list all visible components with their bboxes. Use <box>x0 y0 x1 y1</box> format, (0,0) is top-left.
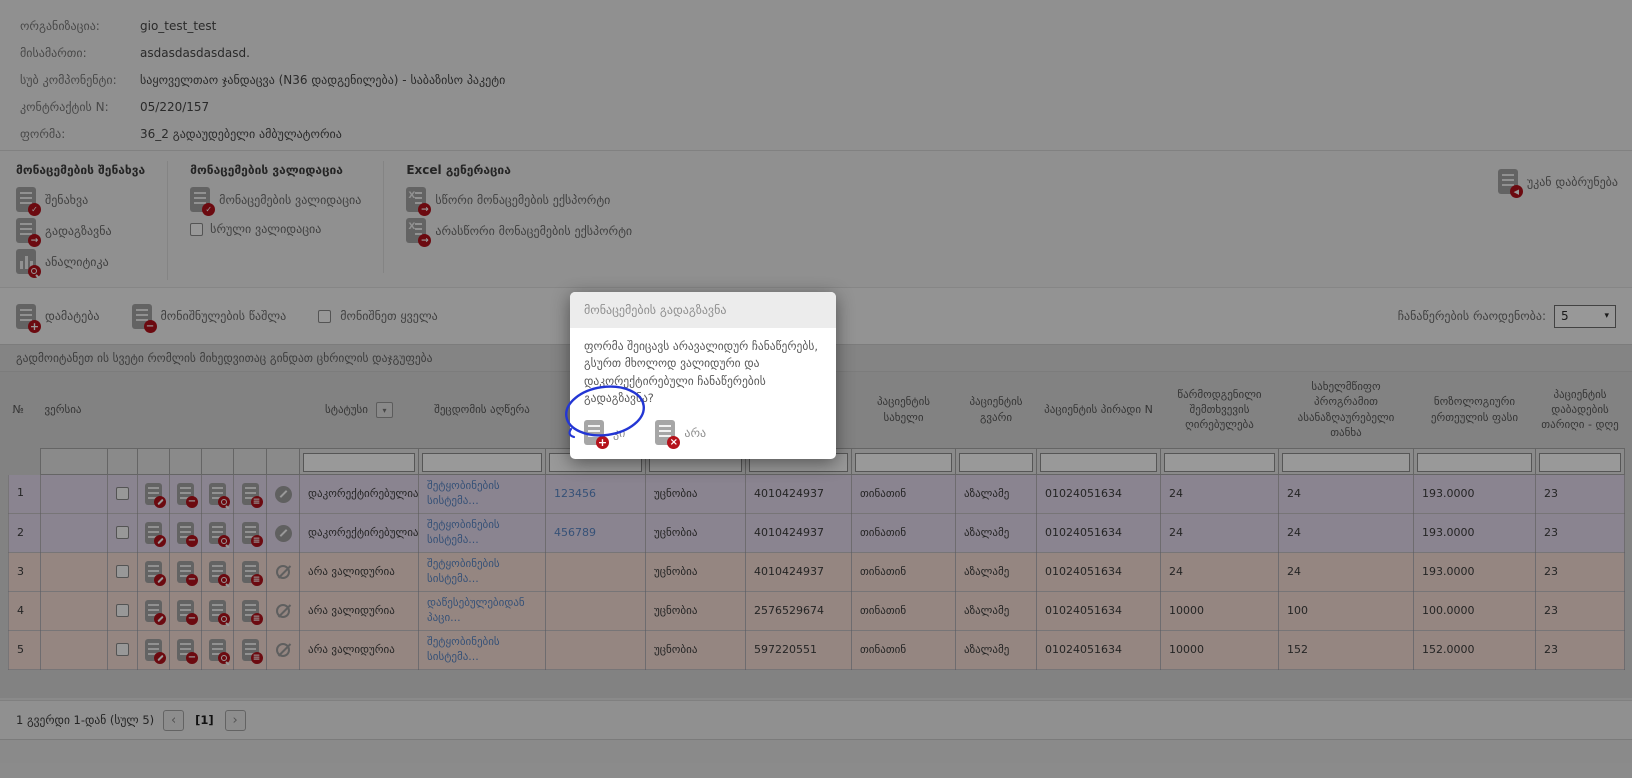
no-button[interactable]: არა <box>655 420 706 445</box>
plus-badge-icon <box>596 436 609 449</box>
dialog-actions: კი არა <box>584 420 822 445</box>
yes-label: კი <box>613 426 625 440</box>
dialog-body: ფორმა შეიცავს არავალიდურ ჩანაწერებს, გსუ… <box>570 328 836 459</box>
close-badge-icon <box>667 436 680 449</box>
dialog-title: მონაცემების გადაგზავნა <box>570 292 836 328</box>
yes-button[interactable]: კი <box>584 420 625 445</box>
no-document-icon <box>655 420 675 445</box>
no-label: არა <box>684 426 706 440</box>
yes-document-icon <box>584 420 604 445</box>
send-confirmation-dialog: მონაცემების გადაგზავნა ფორმა შეიცავს არა… <box>570 292 836 459</box>
dialog-message: ფორმა შეიცავს არავალიდურ ჩანაწერებს, გსუ… <box>584 338 822 407</box>
app-page: ორგანიზაცია: gio_test_test მისამართი: as… <box>0 0 1632 778</box>
